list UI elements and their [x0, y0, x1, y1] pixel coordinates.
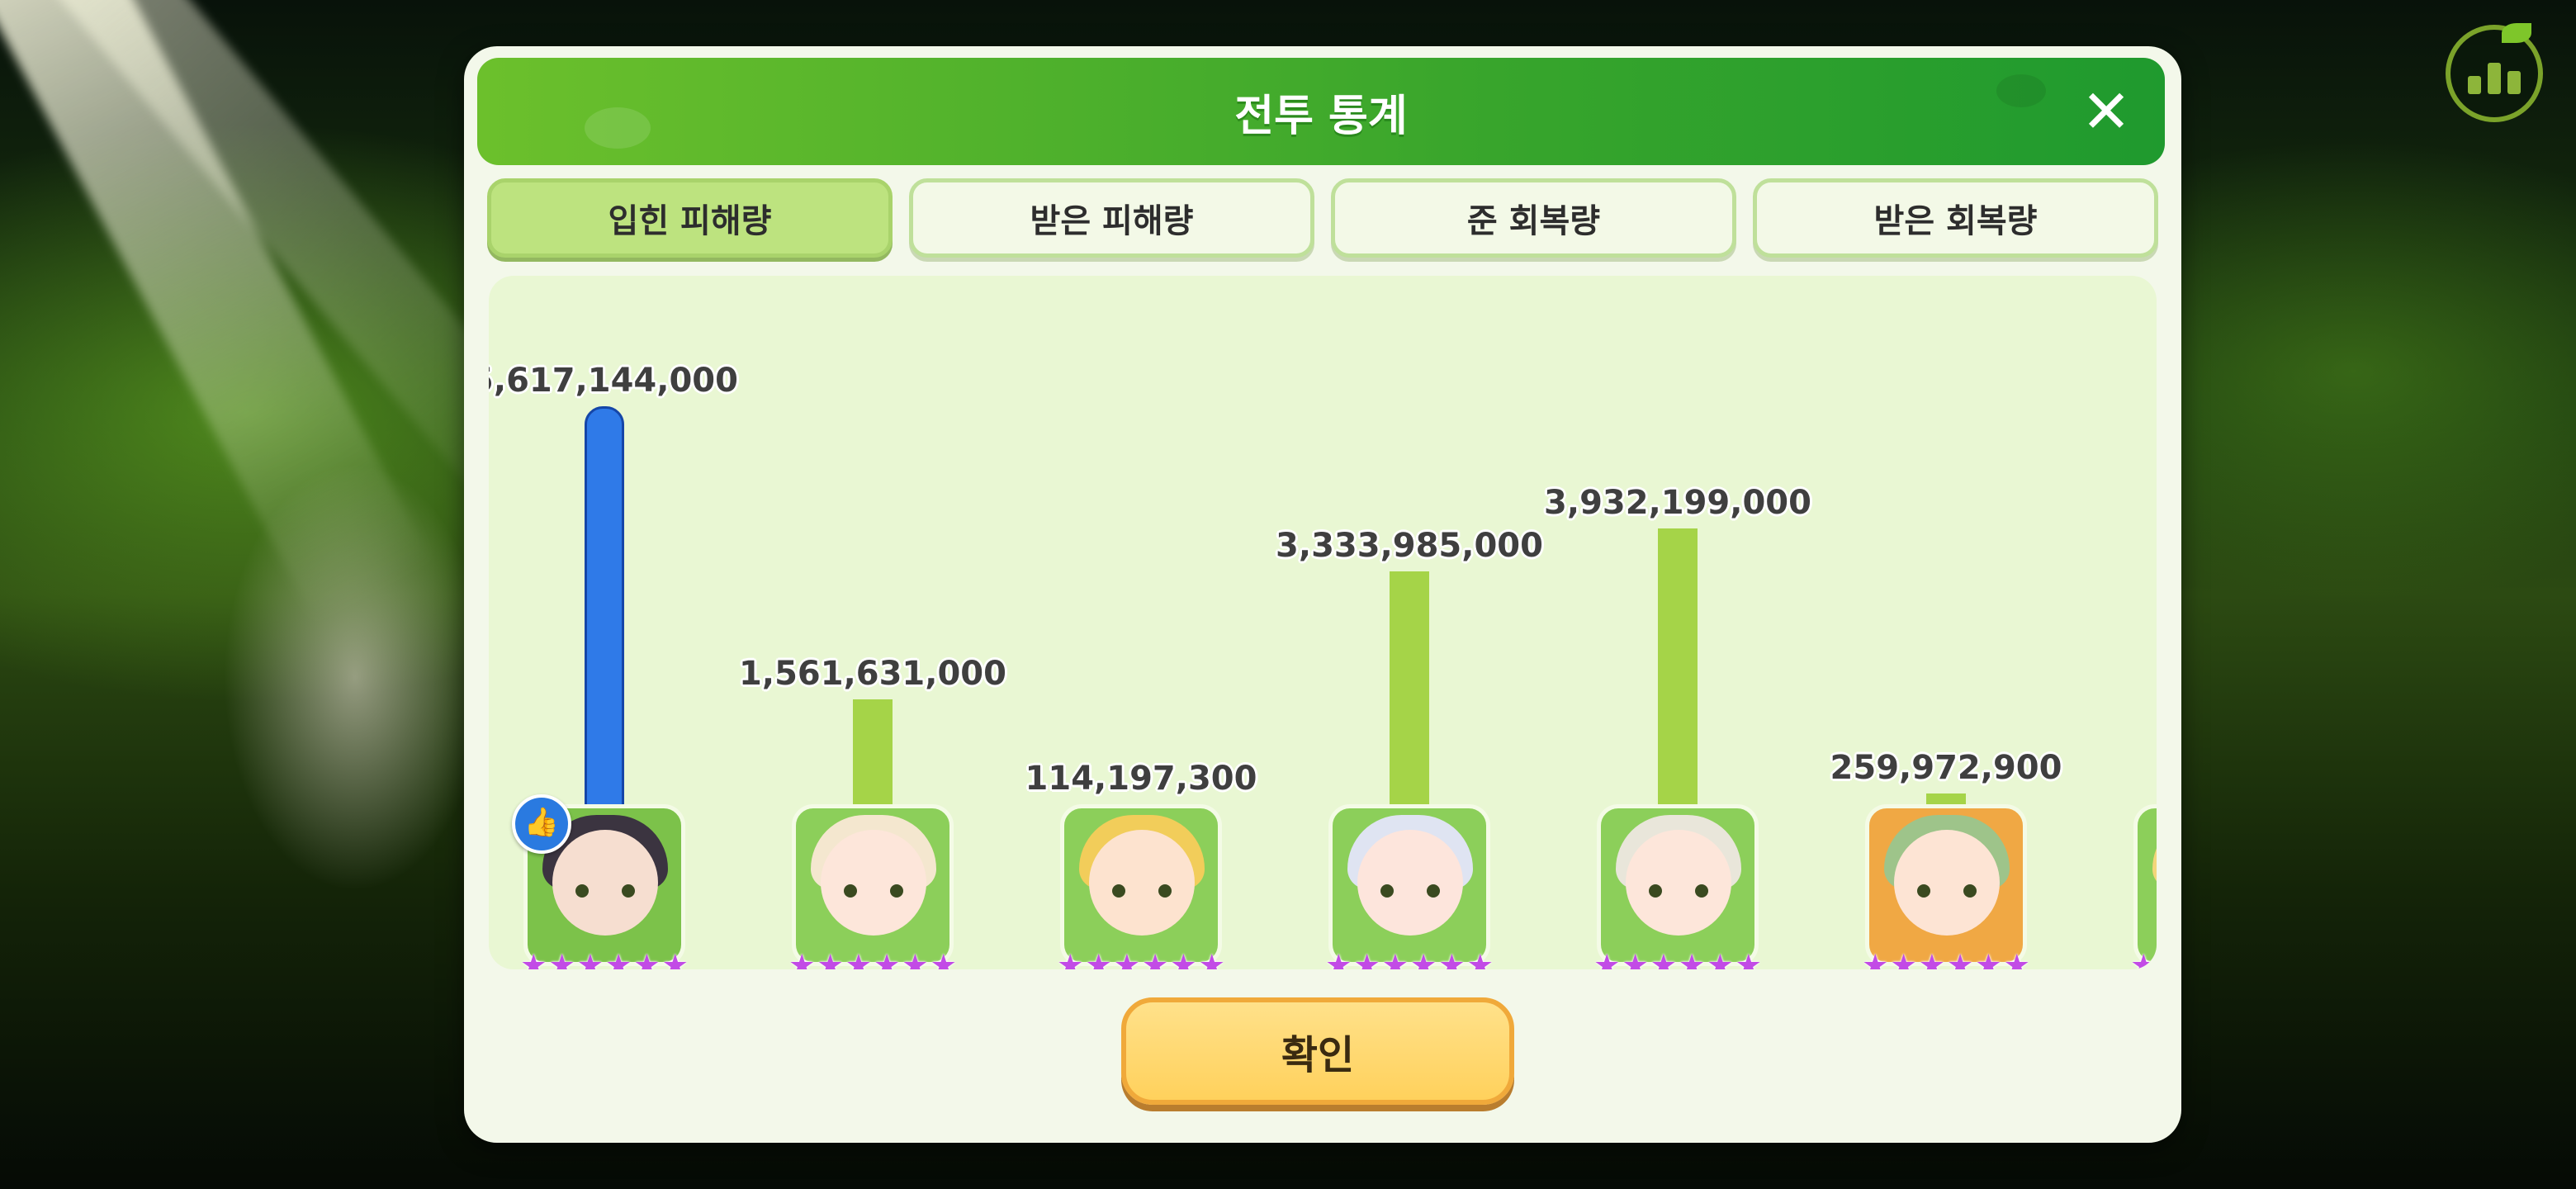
star-icon: ★ — [1975, 949, 2002, 970]
stat-tabs: 입힌 피해량 받은 피해량 준 회복량 받은 회복량 — [487, 178, 2158, 258]
star-icon: ★ — [548, 949, 575, 970]
star-icon: ★ — [1381, 949, 1409, 970]
dialog-header: 전투 통계 ✕ — [477, 58, 2165, 165]
star-icon: ★ — [1707, 949, 1734, 970]
tab-healing-received[interactable]: 받은 회복량 — [1753, 178, 2158, 258]
damage-value-label: 259,972,900 — [1830, 749, 2062, 787]
damage-bar — [1658, 528, 1698, 812]
tab-damage-dealt[interactable]: 입힌 피해량 — [487, 178, 893, 258]
star-icon: ★ — [1198, 949, 1225, 970]
star-rating: ★★★★★★ — [788, 949, 957, 970]
character-portrait[interactable] — [1597, 804, 1759, 966]
star-icon: ★ — [1918, 949, 1945, 970]
star-rating: ★★★★★★ — [2130, 949, 2157, 970]
damage-value-label: 5,617,144,000 — [489, 362, 738, 400]
character-portrait[interactable] — [1060, 804, 1222, 966]
leaf-icon — [2502, 23, 2531, 43]
star-icon: ★ — [2003, 949, 2030, 970]
confirm-button[interactable]: 확인 — [1121, 997, 1514, 1105]
star-icon: ★ — [520, 949, 547, 970]
star-icon: ★ — [1735, 949, 1762, 970]
star-icon: ★ — [1890, 949, 1917, 970]
damage-bar — [853, 699, 893, 812]
star-icon: ★ — [788, 949, 816, 970]
star-icon: ★ — [1410, 949, 1437, 970]
star-icon: ★ — [1650, 949, 1677, 970]
star-icon: ★ — [1142, 949, 1169, 970]
star-icon: ★ — [1113, 949, 1140, 970]
star-icon: ★ — [1862, 949, 1889, 970]
star-icon: ★ — [1679, 949, 1706, 970]
star-icon: ★ — [576, 949, 604, 970]
character-portrait[interactable] — [2133, 804, 2157, 966]
star-rating: ★★★★★★ — [520, 949, 689, 970]
header-decoration — [1996, 74, 2046, 107]
background-characters — [223, 462, 487, 892]
character-portrait[interactable] — [1865, 804, 2027, 966]
star-icon: ★ — [930, 949, 957, 970]
star-icon: ★ — [2130, 949, 2157, 970]
close-icon[interactable]: ✕ — [2077, 82, 2135, 141]
star-icon: ★ — [1170, 949, 1197, 970]
header-decoration — [585, 107, 651, 149]
star-rating: ★★★★★★ — [1057, 949, 1225, 970]
battle-stats-dialog: 전투 통계 ✕ 입힌 피해량 받은 피해량 준 회복량 받은 회복량 5,617… — [464, 46, 2181, 1143]
stats-icon[interactable] — [2446, 23, 2543, 122]
star-rating: ★★★★★★ — [1862, 949, 2030, 970]
star-icon: ★ — [1593, 949, 1621, 970]
dialog-title: 전투 통계 — [1234, 91, 1408, 141]
star-icon: ★ — [817, 949, 844, 970]
damage-bar — [585, 406, 624, 812]
star-icon: ★ — [1085, 949, 1112, 970]
star-icon: ★ — [874, 949, 901, 970]
character-portrait[interactable] — [1328, 804, 1490, 966]
star-icon: ★ — [1325, 949, 1352, 970]
star-rating: ★★★★★★ — [1325, 949, 1494, 970]
star-icon: ★ — [1947, 949, 1974, 970]
damage-value-label: 3,333,985,000 — [1276, 527, 1543, 565]
damage-bar — [1390, 571, 1429, 812]
star-icon: ★ — [902, 949, 929, 970]
character-portrait[interactable] — [792, 804, 954, 966]
star-icon: ★ — [1622, 949, 1649, 970]
top-damage-badge-icon: 👍 — [512, 794, 571, 854]
damage-value-label: 114,197,300 — [1025, 760, 1257, 798]
star-icon: ★ — [1353, 949, 1380, 970]
star-icon: ★ — [633, 949, 661, 970]
damage-chart: 5,617,144,000 ★ ★ ★ ★ ★ ★ 👍 1,561,631,000 ★ ★ ★ ★ ★ ★ 1… — [489, 276, 2157, 969]
star-icon: ★ — [605, 949, 632, 970]
damage-value-label: 1,561,631,000 — [739, 655, 1006, 693]
star-icon: ★ — [661, 949, 689, 970]
star-icon: ★ — [1438, 949, 1466, 970]
star-icon: ★ — [1057, 949, 1084, 970]
star-icon: ★ — [845, 949, 872, 970]
star-icon: ★ — [1466, 949, 1494, 970]
tab-healing-done[interactable]: 준 회복량 — [1331, 178, 1736, 258]
tab-damage-taken[interactable]: 받은 피해량 — [909, 178, 1314, 258]
damage-value-label: 3,932,199,000 — [1544, 484, 1811, 522]
star-rating: ★★★★★★ — [1593, 949, 1762, 970]
